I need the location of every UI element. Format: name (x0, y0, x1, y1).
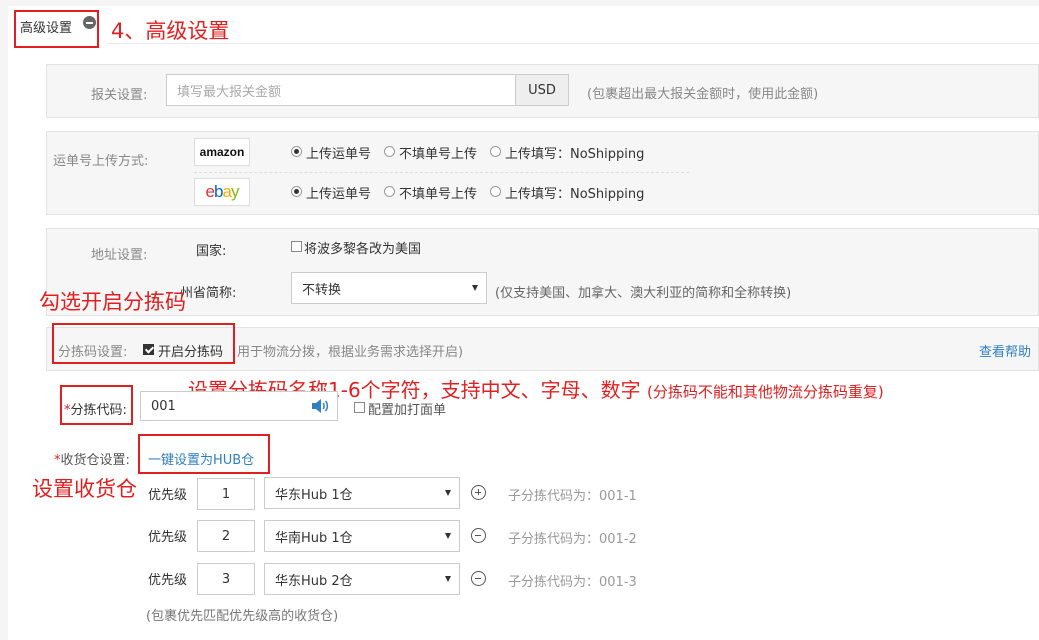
priority-label-3: 优先级 (148, 573, 188, 588)
remove-row-icon[interactable] (471, 571, 486, 586)
warehouse-select-2-value: 华南Hub 1仓 (275, 530, 353, 546)
tracking-label: 运单号上传方式: (53, 154, 149, 169)
ebay-radio-noshipping[interactable] (490, 186, 501, 197)
warehouse-footer-hint: (包裹优先匹配优先级高的收货仓) (146, 609, 339, 624)
speaker-icon[interactable] (310, 398, 330, 414)
header-divider (108, 43, 1039, 44)
country-label: 国家: (196, 244, 227, 259)
amazon-option-no-number: 不填单号上传 (399, 147, 478, 162)
advanced-settings-page: 高级设置 4、高级设置 报关设置: 填写最大报关金额 USD (包裹超出最大报关… (8, 6, 1039, 640)
amazon-radio-upload[interactable] (291, 146, 302, 157)
warehouse-label: *收货仓设置: (54, 453, 130, 468)
section-title-highlight (14, 10, 99, 48)
tracking-divider (194, 172, 689, 173)
hub-link-highlight (138, 434, 270, 474)
warehouse-select-3-value: 华东Hub 2仓 (275, 573, 353, 589)
code-annotation-small: (分拣码不能和其他物流分拣码重复) (647, 383, 884, 401)
address-label: 地址设置: (91, 248, 148, 263)
print-checkbox[interactable] (354, 402, 365, 413)
priority-input-3[interactable]: 3 (197, 563, 255, 595)
state-hint: (仅支持美国、加拿大、澳大利亚的简称和全称转换) (495, 286, 792, 301)
priority-label-1: 优先级 (148, 488, 188, 503)
ebay-radio-no-number[interactable] (384, 186, 395, 197)
sorting-code-input[interactable]: 001 (140, 391, 338, 421)
customs-hint: (包裹超出最大报关金额时，使用此金额) (587, 87, 819, 102)
sorting-highlight (52, 323, 235, 364)
country-checkbox-label: 将波多黎各改为美国 (304, 242, 422, 257)
chevron-down-icon (445, 576, 451, 582)
warehouse-select-1[interactable]: 华东Hub 1仓 (264, 477, 460, 509)
ebay-radio-upload[interactable] (291, 186, 302, 197)
remove-row-icon[interactable] (471, 528, 486, 543)
priority-label-2: 优先级 (148, 530, 188, 545)
sub-code-3: 子分拣代码为：001-3 (508, 575, 637, 590)
sorting-hint: 用于物流分拨，根据业务需求选择开启) (237, 345, 464, 360)
chevron-down-icon (445, 533, 451, 539)
ebay-option-no-number: 不填单号上传 (399, 187, 478, 202)
amazon-radio-noshipping[interactable] (490, 146, 501, 157)
amazon-radio-no-number[interactable] (384, 146, 395, 157)
state-select-value: 不转换 (302, 282, 342, 298)
priority-input-2[interactable]: 2 (197, 520, 255, 552)
sub-code-2: 子分拣代码为：001-2 (508, 532, 637, 547)
customs-label: 报关设置: (91, 88, 148, 103)
state-select[interactable]: 不转换 (291, 272, 487, 304)
chevron-down-icon (445, 490, 451, 496)
address-panel (46, 228, 1039, 316)
warehouse-annotation: 设置收货仓 (32, 477, 137, 501)
ebay-option-upload: 上传运单号 (306, 187, 372, 202)
code-label-highlight (60, 385, 133, 425)
print-checkbox-label: 配置加打面单 (368, 403, 447, 418)
section-annotation: 4、高级设置 (111, 19, 230, 43)
amazon-option-noshipping: 上传填写：NoShipping (505, 147, 645, 162)
chevron-down-icon (472, 285, 478, 291)
amazon-option-upload: 上传运单号 (306, 147, 372, 162)
country-checkbox[interactable] (291, 241, 302, 252)
state-label: 州省简称: (180, 286, 237, 301)
currency-addon: USD (515, 74, 569, 106)
sorting-annotation: 勾选开启分拣码 (39, 290, 186, 314)
warehouse-select-2[interactable]: 华南Hub 1仓 (264, 520, 460, 552)
add-row-icon[interactable] (471, 485, 486, 500)
amazon-logo: amazon (194, 138, 250, 166)
warehouse-select-1-value: 华东Hub 1仓 (275, 487, 353, 503)
ebay-option-noshipping: 上传填写：NoShipping (505, 187, 645, 202)
ebay-logo: ebay (194, 178, 250, 206)
sub-code-1: 子分拣代码为：001-1 (508, 489, 637, 504)
customs-amount-input[interactable]: 填写最大报关金额 (166, 74, 516, 106)
sorting-code-value: 001 (151, 398, 176, 414)
help-link[interactable]: 查看帮助 (979, 341, 1031, 360)
priority-input-1[interactable]: 1 (197, 478, 255, 510)
warehouse-select-3[interactable]: 华东Hub 2仓 (264, 563, 460, 595)
